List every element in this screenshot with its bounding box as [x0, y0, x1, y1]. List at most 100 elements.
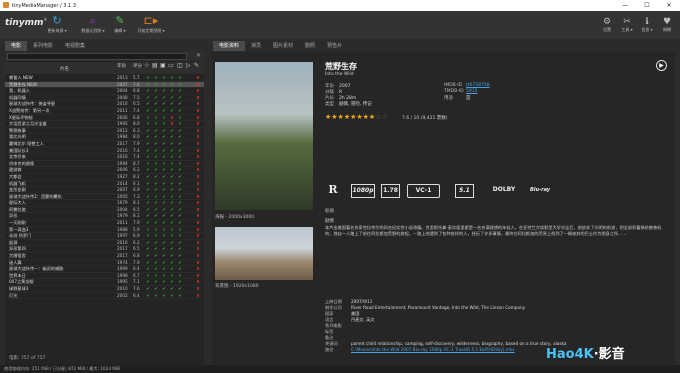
poster-caption: 海报 - 2000x3000	[215, 215, 255, 220]
movie-title: 荒野生存	[325, 62, 357, 71]
tools-button[interactable]: ✂ 工具 ▾	[616, 17, 638, 33]
movie-count: 电影: 757 of 757	[9, 356, 46, 361]
tab-movies[interactable]: 电影	[5, 41, 28, 51]
table-row[interactable]: 大眼宿舍 2017 6.8 ✔ ✔ ✔ ✔ ✔ ✘	[5, 253, 204, 260]
table-row[interactable]: 机器同情 2008 7.5 ✔ ✔ ✔ ✔ ✔ ✘	[5, 95, 204, 102]
detail-pane: 海报 - 2000x3000 背景图 - 1920x1080 荒野生存 Into…	[212, 52, 675, 365]
fanart-image[interactable]	[215, 227, 313, 280]
table-row[interactable]: 霍姆比尔 怪兽工人 2017 7.9 ✔ ✔ ✔ ✔ ✔ ✘	[5, 141, 204, 148]
play-icon[interactable]: ▶	[656, 60, 667, 71]
poster-image[interactable]	[215, 62, 313, 210]
subtitle-column-icon[interactable]: ◫	[177, 62, 183, 69]
table-row[interactable]: 星球大战外传2：西蒙的覆仇 2005 7.3 ✔ ✔ ✔ ✔ ✔ ✘	[5, 194, 204, 201]
table-row[interactable]: X星际坏物秘 2006 6.8 ✔ ✔ ✔ ✘ ✔ ✘	[5, 115, 204, 122]
check-icon: ✔	[170, 81, 174, 87]
table-row[interactable]: 永别 所罗门 1997 6.9 ✔ ✔ ✔ ✔ ✔ ✘	[5, 233, 204, 240]
table-row[interactable]: 异形第四 2017 6.5 ✔ ✔ ✔ ✔ ✔ ✘	[5, 246, 204, 254]
table-row[interactable]: 灯光 2002 6.4 ✔ ✔ ✔ ✔ ✔ ✘	[5, 293, 204, 300]
table-row[interactable]: 异形 1979 8.1 ✔ ✔ ✔ ✔ ✔ ✘	[5, 213, 204, 221]
settings-button[interactable]: ⚙ 设置	[596, 17, 618, 33]
image-column-icon[interactable]: ▣	[160, 62, 166, 69]
table-row[interactable]: 007之黄金眼 1995 7.1 ✔ ✔ ✔ ✔ ✔ ✘	[5, 279, 204, 286]
check-icon: ✔	[154, 292, 158, 298]
table-row[interactable]: 机器飞机 2014 6.1 ✔ ✔ ✔ ✔ ✔ ✘	[5, 181, 204, 188]
table-row[interactable]: 世界末日 1998 6.7 ✔ ✔ ✔ ✔ ✔ ✘	[5, 273, 204, 280]
splitter[interactable]	[206, 52, 209, 365]
table-row[interactable]: 星球大战外传：侠盗寻星 2016 6.5 ✔ ✔ ✔ ✔ ✔ ✘	[5, 101, 204, 108]
search-input[interactable]	[7, 53, 187, 60]
table-row[interactable]: 起源 2016 6.2 ✔ ✔ ✔ ✔ ✔ ✘	[5, 240, 204, 247]
info-button[interactable]: ℹ 信息 ▾	[636, 17, 658, 33]
tab-cast[interactable]: 演员	[245, 41, 267, 51]
tab-trailer[interactable]: 预告片	[321, 41, 348, 51]
table-row[interactable]: 遨游救 2006 6.2 ✔ ✔ ✔ ✔ ✔ ✘	[5, 167, 204, 174]
trailer-column-icon[interactable]: ▭	[168, 62, 174, 69]
tab-details[interactable]: 电影资料	[213, 41, 246, 51]
table-row[interactable]: 警察故事 2012 6.3 ✔ ✔ ✔ ✔ ✔ ✘	[5, 128, 204, 135]
media-button[interactable]: ⊏▸ 开始定期刮削 ▾	[134, 15, 168, 34]
row-title: 星球大战外传2：西蒙的覆仇	[9, 193, 62, 199]
cross-icon: ✘	[196, 173, 200, 179]
check-icon: ✔	[162, 279, 166, 285]
check-icon: ✔	[170, 187, 174, 193]
check-icon: ✔	[170, 173, 174, 179]
maximize-button[interactable]: ☐	[636, 0, 658, 11]
table-row[interactable]: 星球大战外传一：幽灵的威胁 1999 6.4 ✔ ✔ ✔ ✔ ✔ ✘	[5, 266, 204, 273]
table-row[interactable]: 阿撒拉旋 2004 6.5 ✔ ✔ ✔ ✔ ✔ ✘	[5, 207, 204, 214]
minimize-button[interactable]: —	[614, 0, 636, 11]
tab-tv-shows[interactable]: 电视剧集	[59, 41, 91, 51]
movie-list-pane: ✕ 片名 年份 评分 ☆ ▤ ▣ ▭ ◫ ▷ ✎ 誊誓人 NEW 2013 5.7 ✔…	[5, 52, 204, 365]
nfo-column-icon[interactable]: ▤	[152, 62, 158, 69]
table-row[interactable]: 荒野生存 NEW 2007 7.6 ✔ ✔ ✔ ✔ ✔ ✘	[5, 81, 204, 89]
check-icon: ✔	[146, 239, 150, 245]
rating-column-header[interactable]: 评分	[133, 63, 142, 69]
metadata-column-icon[interactable]: ☆	[144, 62, 149, 69]
row-rating: 7.4	[133, 107, 140, 113]
table-row[interactable]: 星际大人 1979 8.1 ✔ ✔ ✔ ✔ ✔ ✘	[5, 200, 204, 207]
table-row[interactable]: 迷人舞 1974 7.9 ✔ ✔ ✔ ✔ ✔ ✘	[5, 260, 204, 267]
close-button[interactable]: ✕	[658, 0, 680, 11]
table-row[interactable]: 我比光明 1984 8.0 ✔ ✔ ✔ ✔ ✔ ✘	[5, 134, 204, 141]
tab-artwork[interactable]: 图片素材	[267, 41, 299, 51]
donate-button[interactable]: ♥ 捐赠	[656, 17, 678, 33]
cross-icon: ✘	[196, 81, 200, 87]
clear-icon[interactable]: ✕	[196, 52, 201, 59]
check-icon: ✔	[162, 193, 166, 199]
table-row[interactable]: 北京仔来 2016 7.4 ✔ ✔ ✔ ✔ ✔ ✘	[5, 154, 204, 161]
tab-stills[interactable]: 剧照	[299, 41, 321, 51]
table-row[interactable]: 我，机器人 2004 6.8 ✔ ✔ ✔ ✔ ✔ ✘	[5, 88, 204, 95]
table-row[interactable]: 绿野星球3 2010 7.6 ✔ ✔ ✔ ✔ ✔ ✘	[5, 286, 204, 293]
row-title: 遨游救	[9, 167, 22, 173]
table-row[interactable]: 肖申克的救赎 1994 8.7 ✔ ✔ ✔ ✔ ✔ ✘	[5, 161, 204, 168]
row-title: 一天刚刚	[9, 220, 26, 226]
update-sources-button[interactable]: ↻ 更新来源 ▾	[40, 15, 74, 34]
table-row[interactable]: 美国队长3 2016 7.4 ✔ ✔ ✔ ✔ ✔ ✘	[5, 148, 204, 155]
check-icon: ✔	[162, 206, 166, 212]
row-rating: 6.5	[133, 101, 140, 107]
check-icon: ✔	[170, 101, 174, 107]
cross-icon: ✘	[196, 127, 200, 133]
meta-value[interactable]: C:\Movies\Into the Wild 2007 Blu-ray 108…	[351, 347, 515, 352]
cross-icon: ✘	[196, 187, 200, 193]
check-icon: ✔	[146, 101, 150, 107]
table-row[interactable]: 大都会 1927 8.2 ✔ ✔ ✔ ✔ ✔ ✘	[5, 174, 204, 181]
watched-column-icon[interactable]: ▷	[186, 62, 191, 69]
check-icon: ✔	[146, 160, 150, 166]
edit-button[interactable]: ✎ 编辑 ▾	[103, 15, 137, 34]
table-row[interactable]: 誊誓人 NEW 2013 5.7 ✔ ✔ ✔ ✔ ✔ ✘	[5, 75, 204, 82]
table-row[interactable]: 大话西游之月光宝盒 1995 8.0 ✔ ✔ ✔ ✘ ✔ ✘	[5, 121, 204, 128]
table-row[interactable]: 一天刚刚 2011 7.9 ✔ ✔ ✔ ✔ ✔ ✘	[5, 220, 204, 227]
cross-icon: ✘	[196, 88, 200, 94]
table-row[interactable]: 变形金刚 2007 6.9 ✔ ✔ ✔ ✔ ✔ ✘	[5, 187, 204, 194]
check-icon: ✔	[170, 167, 174, 173]
edit-column-icon[interactable]: ✎	[194, 62, 199, 69]
row-rating: 7.6	[133, 81, 140, 87]
tab-movie-sets[interactable]: 系列电影	[27, 41, 59, 51]
check-icon: ✔	[178, 246, 182, 252]
title-column-header[interactable]: 片名	[60, 66, 69, 72]
check-icon: ✔	[178, 94, 182, 100]
check-icon: ✔	[146, 253, 150, 259]
table-row[interactable]: X战警前传：第另一次 2011 7.4 ✔ ✔ ✔ ✔ ✔ ✘	[5, 108, 204, 115]
year-column-header[interactable]: 年份	[117, 63, 126, 69]
table-row[interactable]: 第一滴血3 1988 5.9 ✔ ✔ ✔ ✔ ✔ ✘	[5, 227, 204, 234]
